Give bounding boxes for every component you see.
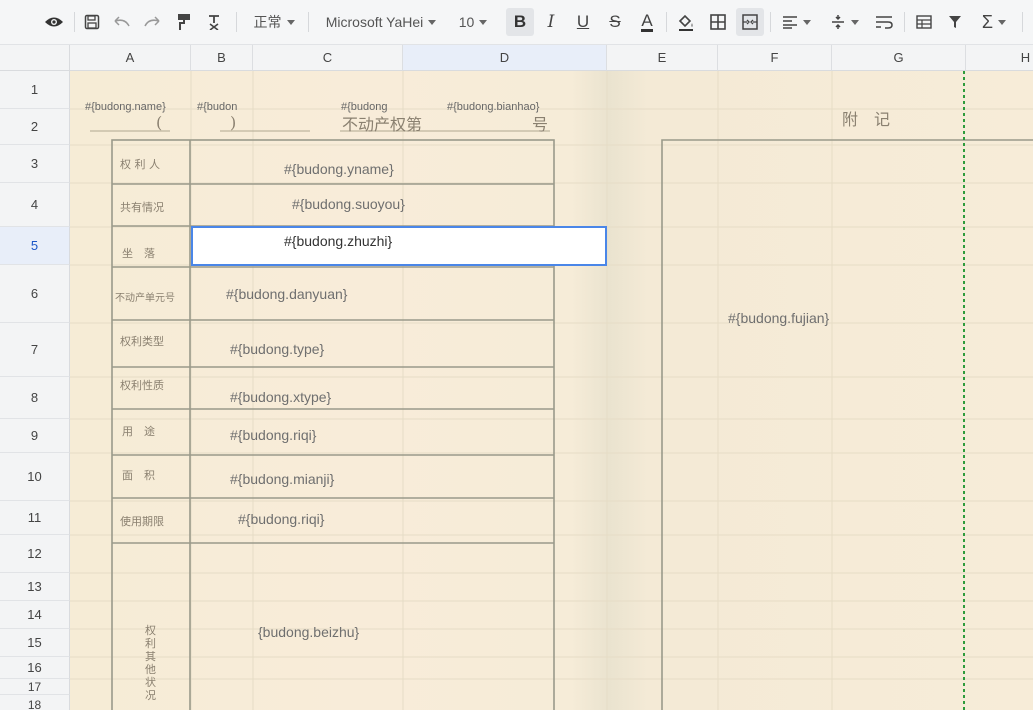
certificate-title: 不动产权第 [342, 115, 423, 134]
row-header-1[interactable]: 1 [0, 71, 70, 109]
chevron-down-icon [998, 19, 1007, 25]
fill-color-icon[interactable] [672, 8, 700, 36]
column-header-c[interactable]: C [253, 45, 403, 71]
column-header-f[interactable]: F [718, 45, 832, 71]
cell-c1[interactable]: #{budong [341, 101, 388, 113]
horizontal-align-icon[interactable] [776, 8, 816, 36]
column-header-e[interactable]: E [607, 45, 718, 71]
font-size-label: 10 [458, 14, 475, 30]
clear-format-icon[interactable] [202, 8, 226, 36]
row-header-16[interactable]: 16 [0, 657, 70, 679]
row-header-17[interactable]: 17 [0, 679, 70, 695]
cell-f6[interactable]: #{budong.fujian} [728, 310, 829, 326]
font-size-dropdown[interactable]: 10 [452, 8, 494, 36]
column-header-a[interactable]: A [70, 45, 191, 71]
row-header-5[interactable]: 5 [0, 227, 70, 265]
cell-c9[interactable]: #{budong.riqi} [230, 427, 316, 443]
row-header-12[interactable]: 12 [0, 535, 70, 573]
cell-d1[interactable]: #{budong.bianhao} [447, 101, 539, 113]
cell-a1[interactable]: #{budong.name} [85, 101, 166, 113]
sum-icon[interactable]: Σ [974, 8, 1014, 36]
font-color-icon[interactable]: A [634, 8, 660, 36]
toolbar: 正常 Microsoft YaHei 10 B I U S A Σ [0, 0, 1033, 45]
row-header-4[interactable]: 4 [0, 183, 70, 227]
cell-c4[interactable]: #{budong.suoyou} [292, 196, 405, 212]
row-header-8[interactable]: 8 [0, 377, 70, 419]
redo-icon[interactable] [140, 8, 164, 36]
table-icon[interactable] [910, 8, 938, 36]
cell-c6[interactable]: #{budong.danyuan} [226, 286, 347, 302]
label-danyuanhao: 不动产单元号 [115, 293, 175, 304]
chevron-down-icon [286, 19, 295, 25]
row-header-9[interactable]: 9 [0, 419, 70, 453]
row-header-13[interactable]: 13 [0, 573, 70, 601]
row-header-11[interactable]: 11 [0, 501, 70, 535]
font-family-label: Microsoft YaHei [325, 14, 424, 30]
cell-c15[interactable]: {budong.beizhu} [258, 624, 359, 640]
appendix-heading: 附 记 [842, 110, 891, 129]
borders-icon[interactable] [704, 8, 732, 36]
spreadsheet: A B C D E F G H 1 2 3 4 5 6 7 8 9 10 11 … [0, 45, 1033, 710]
cell-b1[interactable]: #{budon [197, 101, 237, 113]
save-icon[interactable] [80, 8, 104, 36]
vertical-align-icon[interactable] [824, 8, 864, 36]
row-header-3[interactable]: 3 [0, 145, 70, 183]
cell-c10[interactable]: #{budong.mianji} [230, 471, 334, 487]
underline-icon[interactable]: U [570, 8, 596, 36]
row-header-18[interactable]: 18 [0, 695, 70, 710]
chevron-down-icon [428, 19, 437, 25]
paren-close: ) [230, 113, 237, 132]
text-wrap-icon[interactable] [870, 8, 898, 36]
row-header-10[interactable]: 10 [0, 453, 70, 501]
preview-eye-icon[interactable] [40, 8, 68, 36]
cell-c7[interactable]: #{budong.type} [230, 341, 324, 357]
select-all-corner[interactable] [0, 45, 70, 71]
active-cell-selection[interactable] [191, 226, 607, 266]
label-mianji: 面 积 [122, 469, 155, 482]
cell-c5[interactable]: #{budong.zhuzhi} [284, 233, 392, 249]
number-format-dropdown[interactable]: 正常 [246, 8, 302, 36]
label-xingzhi: 权利性质 [120, 379, 164, 392]
label-quanliren: 权 利 人 [120, 158, 160, 171]
undo-icon[interactable] [110, 8, 134, 36]
row-header-7[interactable]: 7 [0, 323, 70, 377]
bold-icon[interactable]: B [506, 8, 534, 36]
merge-cells-icon[interactable] [736, 8, 764, 36]
column-header-b[interactable]: B [191, 45, 253, 71]
chevron-down-icon [479, 19, 488, 25]
row-header-14[interactable]: 14 [0, 601, 70, 629]
column-header-h[interactable]: H [966, 45, 1033, 71]
certificate-hao: 号 [532, 115, 549, 134]
cell-c8[interactable]: #{budong.xtype} [230, 389, 331, 405]
label-gongyou: 共有情况 [120, 201, 164, 214]
font-family-dropdown[interactable]: Microsoft YaHei [316, 8, 446, 36]
label-leixing: 权利类型 [120, 335, 164, 348]
paren-open: ( [156, 113, 163, 132]
label-qixian: 使用期限 [120, 515, 164, 528]
column-header-g[interactable]: G [832, 45, 966, 71]
cell-c3[interactable]: #{budong.yname} [284, 161, 394, 177]
format-painter-icon[interactable] [172, 8, 196, 36]
number-format-label: 正常 [253, 14, 282, 30]
filter-icon[interactable] [942, 8, 968, 36]
row-header-6[interactable]: 6 [0, 265, 70, 323]
label-yongtu: 用 途 [122, 425, 155, 438]
chevron-down-icon [850, 19, 859, 25]
label-qita: 权利其他状况 [145, 624, 156, 702]
italic-icon[interactable]: I [538, 8, 564, 36]
cell-grid[interactable]: ( ) 不动产权第 号 附 记 权 利 人 共有情况 坐 落 不动产单元号 权利… [70, 71, 1033, 710]
certificate-background [70, 71, 1033, 710]
chevron-down-icon [802, 19, 811, 25]
row-header-2[interactable]: 2 [0, 109, 70, 145]
label-zuoluo: 坐 落 [122, 247, 155, 260]
column-header-d[interactable]: D [403, 45, 607, 71]
strikethrough-icon[interactable]: S [602, 8, 628, 36]
row-header-15[interactable]: 15 [0, 629, 70, 657]
cell-c11[interactable]: #{budong.riqi} [238, 511, 324, 527]
